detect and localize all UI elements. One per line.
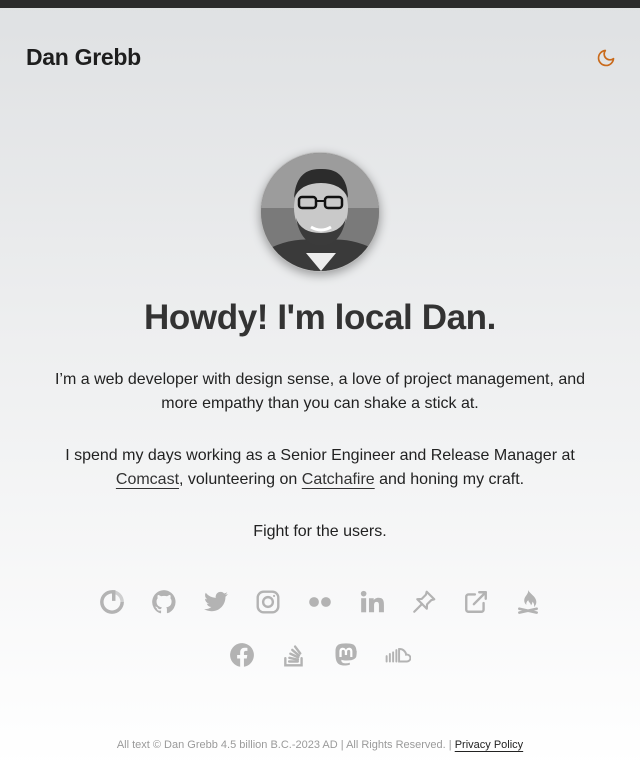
twitter-link[interactable] bbox=[202, 588, 230, 616]
facebook-link[interactable] bbox=[228, 641, 256, 669]
external-link[interactable] bbox=[462, 588, 490, 616]
work-paragraph: I spend my days working as a Senior Engi… bbox=[40, 444, 600, 492]
work-suffix: and honing my craft. bbox=[374, 471, 525, 488]
github-icon bbox=[152, 590, 176, 614]
flickr-link[interactable] bbox=[306, 588, 334, 616]
mastodon-link[interactable] bbox=[332, 641, 360, 669]
github-link[interactable] bbox=[150, 588, 178, 616]
page-headline: Howdy! I'm local Dan. bbox=[144, 298, 496, 337]
campfire-link[interactable] bbox=[514, 588, 542, 616]
instagram-link[interactable] bbox=[254, 588, 282, 616]
intro-paragraph: I’m a web developer with design sense, a… bbox=[54, 371, 586, 412]
instagram-icon bbox=[256, 590, 280, 614]
external-link-icon bbox=[465, 591, 487, 613]
work-middle: , volunteering on bbox=[179, 471, 302, 488]
motto: Fight for the users. bbox=[253, 523, 387, 540]
pinboard-icon bbox=[413, 590, 436, 613]
profile-photo bbox=[261, 153, 379, 271]
social-links-row-1 bbox=[0, 588, 640, 616]
linkedin-link[interactable] bbox=[358, 588, 386, 616]
copyright-text: All text © Dan Grebb 4.5 billion B.C.-20… bbox=[116, 739, 455, 751]
social-links-row-2 bbox=[0, 641, 640, 669]
facebook-icon bbox=[230, 643, 254, 667]
privacy-policy-link[interactable]: Privacy Policy bbox=[455, 739, 523, 751]
gravatar-icon bbox=[100, 590, 124, 614]
site-footer: All text © Dan Grebb 4.5 billion B.C.-20… bbox=[0, 739, 640, 751]
work-prefix: I spend my days working as a Senior Engi… bbox=[65, 447, 575, 464]
pinboard-link[interactable] bbox=[410, 588, 438, 616]
soundcloud-link[interactable] bbox=[384, 641, 412, 669]
catchafire-link[interactable]: Catchafire bbox=[302, 471, 375, 488]
mastodon-icon bbox=[335, 643, 357, 666]
site-title[interactable]: Dan Grebb bbox=[26, 44, 141, 71]
campfire-icon bbox=[518, 590, 538, 614]
avatar bbox=[260, 152, 380, 272]
stack-overflow-link[interactable] bbox=[280, 641, 308, 669]
gravatar-link[interactable] bbox=[98, 588, 126, 616]
twitter-icon bbox=[204, 591, 228, 612]
soundcloud-icon bbox=[385, 648, 411, 663]
flickr-icon bbox=[309, 597, 331, 607]
theme-toggle-button[interactable] bbox=[594, 46, 618, 70]
moon-icon bbox=[597, 49, 615, 67]
linkedin-icon bbox=[360, 590, 384, 613]
stack-overflow-icon bbox=[284, 645, 303, 667]
top-bar bbox=[0, 0, 640, 8]
comcast-link[interactable]: Comcast bbox=[116, 471, 179, 488]
